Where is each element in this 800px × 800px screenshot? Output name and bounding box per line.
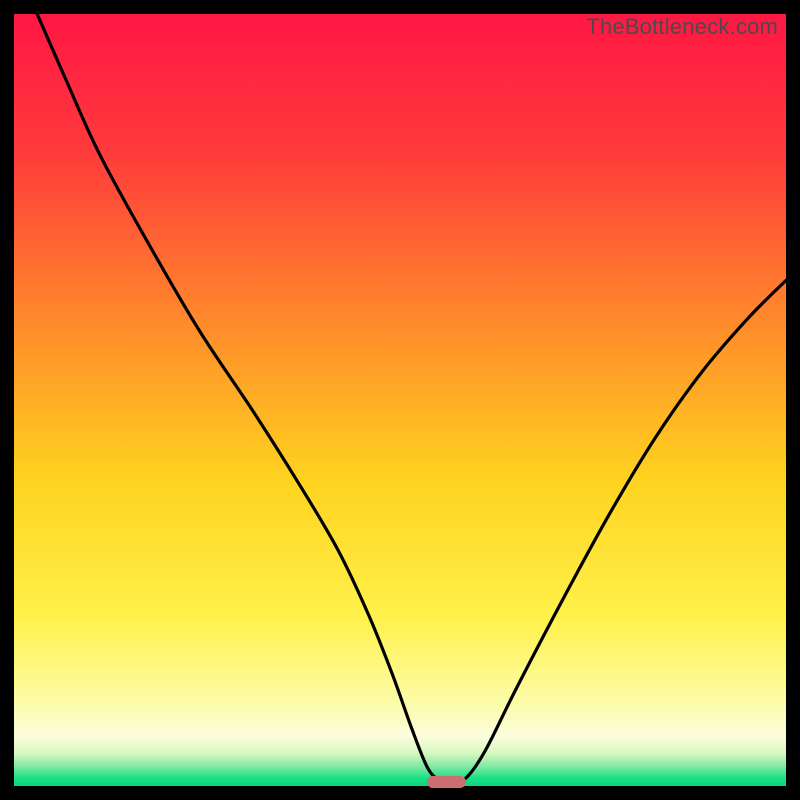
bottleneck-curve [14,14,786,786]
chart-frame: TheBottleneck.com [14,14,786,786]
plot-area [14,14,786,786]
watermark-text: TheBottleneck.com [586,14,778,40]
minimum-marker [427,776,466,788]
